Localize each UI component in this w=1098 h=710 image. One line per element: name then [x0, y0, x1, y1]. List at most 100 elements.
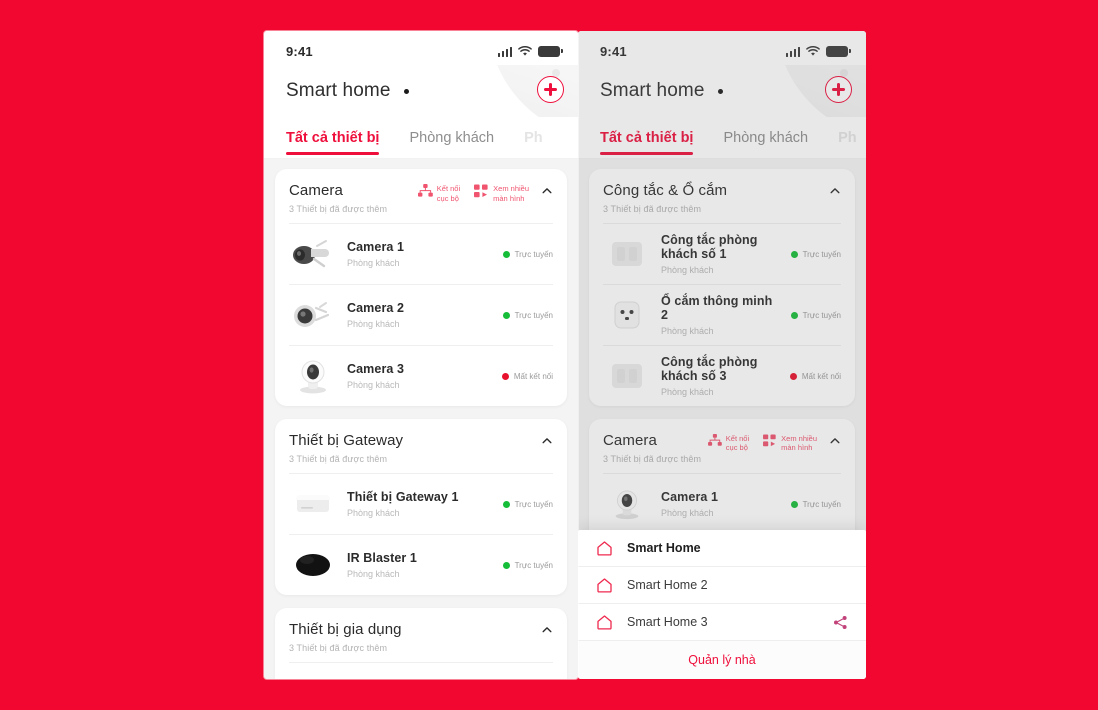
status-badge: Mất kết nối: [501, 371, 553, 381]
add-device-button[interactable]: [825, 76, 852, 103]
device-row[interactable]: Thiết bị Gateway 1 Phòng khách Trực tuyế…: [275, 474, 567, 534]
tab-all-devices[interactable]: Tất cả thiết bị: [600, 121, 694, 155]
device-row[interactable]: Ổ cắm thông minh 2 Phòng khách Trực tuyế…: [589, 285, 855, 345]
share-nodes-icon[interactable]: [833, 615, 848, 630]
add-device-button[interactable]: [537, 76, 564, 103]
sheet-row-label: Smart Home 2: [627, 578, 708, 592]
multi-screen-icon: [474, 184, 489, 203]
app-header-right: Smart home: [578, 65, 866, 117]
device-row[interactable]: Camera 1 Phòng khách Trực tuyến: [589, 474, 855, 534]
status-dot-online: [790, 500, 798, 508]
card-title: Camera: [289, 182, 343, 199]
status-time: 9:41: [286, 43, 313, 59]
chevron-up-icon[interactable]: [541, 185, 553, 197]
tab-all-devices[interactable]: Tất cả thiết bị: [286, 121, 380, 155]
home-selector[interactable]: Smart home: [600, 80, 723, 102]
card-switches-sockets: Công tắc & Ổ cắm 3 Thiết bị đã được thêm…: [589, 169, 855, 406]
home-outline-icon: [596, 577, 613, 593]
chevron-up-icon[interactable]: [829, 185, 841, 197]
action-multiview[interactable]: Xem nhiều màn hình: [763, 434, 817, 453]
status-indicators: [785, 45, 851, 57]
chevron-up-icon[interactable]: [829, 435, 841, 447]
page-title: Smart home: [286, 80, 391, 101]
wifi-icon: [806, 45, 820, 57]
action-multiview-label: Xem nhiều màn hình: [493, 184, 529, 203]
action-local-label: Kết nối cục bộ: [436, 184, 461, 203]
smart-plug-icon: [603, 294, 651, 336]
network-nodes-icon: [707, 434, 722, 452]
tab-living-room[interactable]: Phòng khách: [723, 121, 808, 155]
phone-right: 9:41 Smart home Tất cả thiết bị Phòng kh…: [578, 31, 866, 679]
card-subtitle: 3 Thiết bị đã được thêm: [603, 454, 702, 464]
tab-partial[interactable]: Ph: [838, 121, 857, 155]
sheet-row-label: Smart Home 3: [627, 615, 708, 629]
card-title: Công tắc & Ổ cắm: [603, 182, 728, 199]
home-selector-sheet: Smart Home Smart Home 2 Smart Home 3 Quả…: [578, 530, 866, 679]
tab-partial[interactable]: Ph: [524, 121, 543, 155]
device-row[interactable]: Công tắc phòng khách số 1 Phòng khách Tr…: [589, 224, 855, 284]
device-name: Camera 2: [347, 301, 405, 315]
sheet-row-smart-home-3[interactable]: Smart Home 3: [578, 604, 866, 641]
status-dot-online: [502, 561, 510, 569]
card-header[interactable]: Camera 3 Thiết bị đã được thêm Kết nối c…: [589, 419, 855, 473]
status-badge: Trực tuyến: [790, 500, 841, 509]
dome-camera-icon: [289, 294, 337, 336]
status-label: Trực tuyến: [514, 249, 553, 259]
tab-bar-left: Tất cả thiết bị Phòng khách Ph: [264, 117, 578, 159]
home-selector[interactable]: Smart home: [286, 80, 409, 102]
chevron-up-icon[interactable]: [541, 435, 553, 447]
device-list-left[interactable]: Camera 3 Thiết bị đã được thêm Kết nối c…: [264, 159, 578, 679]
tab-living-room[interactable]: Phòng khách: [409, 121, 494, 155]
app-header-left: Smart home: [264, 65, 578, 117]
card-subtitle: 3 Thiết bị đã được thêm: [289, 643, 388, 653]
manage-homes-button[interactable]: Quản lý nhà: [578, 641, 866, 679]
sheet-row-smart-home[interactable]: Smart Home: [578, 530, 866, 567]
chevron-up-icon[interactable]: [541, 624, 553, 636]
card-header[interactable]: Thiết bị gia dụng 3 Thiết bị đã được thê…: [275, 608, 567, 662]
card-subtitle: 3 Thiết bị đã được thêm: [289, 454, 388, 464]
status-dot-offline: [501, 372, 509, 380]
status-dot-online: [790, 250, 798, 258]
status-badge: Trực tuyến: [502, 311, 553, 320]
status-bar-right: 9:41: [578, 31, 866, 65]
card-header[interactable]: Camera 3 Thiết bị đã được thêm Kết nối c…: [275, 169, 567, 223]
card-title: Camera: [603, 432, 657, 449]
device-room: Phòng khách: [347, 569, 400, 579]
sheet-row-smart-home-2[interactable]: Smart Home 2: [578, 567, 866, 604]
status-badge: Trực tuyến: [790, 249, 841, 259]
action-local-connect[interactable]: Kết nối cục bộ: [707, 434, 750, 453]
device-row[interactable]: Camera 3 Phòng khách Mất kết nối: [275, 346, 567, 406]
wall-switch-icon: [603, 355, 651, 397]
poster-canvas: 9:41 Smart home Tất cả thiết bị Phòng kh…: [0, 0, 1098, 710]
card-header[interactable]: Thiết bị Gateway 3 Thiết bị đã được thêm: [275, 419, 567, 473]
card-actions: Kết nối cục bộ Xem nhiều màn hình: [707, 432, 817, 453]
dropdown-dot-icon: [403, 89, 409, 95]
action-local-connect[interactable]: Kết nối cục bộ: [417, 184, 461, 203]
device-room: Phòng khách: [661, 326, 714, 336]
device-row[interactable]: Công tắc phòng khách số 3 Phòng khách Mấ…: [589, 346, 855, 406]
device-row[interactable]: IR Blaster 1 Phòng khách Trực tuyến: [275, 535, 567, 595]
status-label: Trực tuyến: [802, 249, 841, 259]
multi-screen-icon: [763, 434, 777, 452]
status-label: Mất kết nối: [513, 371, 553, 381]
card-subtitle: 3 Thiết bị đã được thêm: [289, 204, 388, 214]
status-dot-offline: [789, 372, 797, 380]
device-row[interactable]: [275, 663, 567, 679]
device-row[interactable]: Camera 2 Phòng khách Trực tuyến: [275, 285, 567, 345]
device-row[interactable]: Camera 1 Phòng khách Trực tuyến: [275, 224, 567, 284]
status-badge: Trực tuyến: [502, 560, 553, 570]
phone-left: 9:41 Smart home Tất cả thiết bị Phòng kh…: [264, 31, 578, 679]
device-name: IR Blaster 1: [347, 551, 417, 565]
status-dot-online: [790, 311, 798, 319]
device-name: Camera 1: [661, 490, 719, 504]
plus-circle-icon: [544, 83, 557, 96]
status-time: 9:41: [600, 43, 627, 59]
status-label: Trực tuyến: [514, 560, 553, 570]
action-local-label: Kết nối cục bộ: [725, 434, 750, 453]
status-badge: Mất kết nối: [789, 372, 841, 381]
appliance-icon: [289, 672, 337, 679]
ptz-camera-icon: [289, 355, 337, 397]
action-multiview[interactable]: Xem nhiều màn hình: [474, 184, 529, 203]
card-actions: Kết nối cục bộ Xem nhiều màn hình: [417, 182, 529, 203]
card-header[interactable]: Công tắc & Ổ cắm 3 Thiết bị đã được thêm: [589, 169, 855, 223]
